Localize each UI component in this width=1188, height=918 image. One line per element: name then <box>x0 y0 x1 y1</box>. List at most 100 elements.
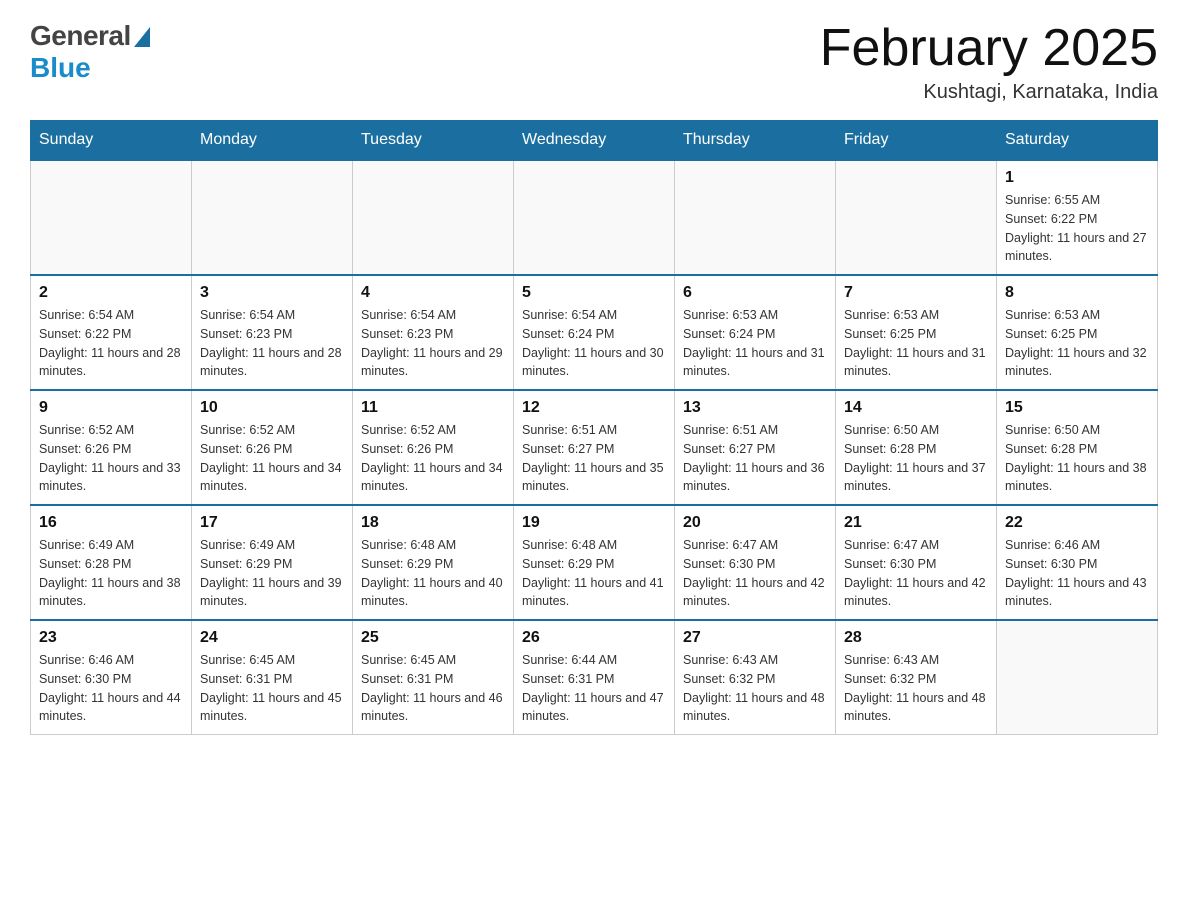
calendar-cell: 23Sunrise: 6:46 AMSunset: 6:30 PMDayligh… <box>31 620 192 735</box>
calendar-cell: 2 Sunrise: 6:54 AMSunset: 6:22 PMDaylight… <box>31 275 192 390</box>
day-info: Sunrise: 6:53 AMSunset: 6:25 PMDaylight:… <box>1005 306 1149 381</box>
day-info: Sunrise: 6:43 AMSunset: 6:32 PMDaylight:… <box>844 651 988 726</box>
day-info: Sunrise: 6:46 AMSunset: 6:30 PMDaylight:… <box>39 651 183 726</box>
calendar-cell: 1 Sunrise: 6:55 AMSunset: 6:22 PMDaylight… <box>997 160 1158 275</box>
calendar-week-5: 23Sunrise: 6:46 AMSunset: 6:30 PMDayligh… <box>31 620 1158 735</box>
calendar-cell <box>836 160 997 275</box>
calendar-subtitle: Kushtagi, Karnataka, India <box>820 81 1158 104</box>
calendar-cell: 24 Sunrise: 6:45 AMSunset: 6:31 PMDayligh… <box>192 620 353 735</box>
day-number: 21 <box>844 514 988 532</box>
day-info: Sunrise: 6:54 AMSunset: 6:22 PMDaylight:… <box>39 306 183 381</box>
day-number: 24 <box>200 629 344 647</box>
logo: General Blue <box>30 20 150 84</box>
day-info: Sunrise: 6:52 AMSunset: 6:26 PMDaylight:… <box>200 421 344 496</box>
day-number: 5 <box>522 284 666 302</box>
calendar-cell: 17 Sunrise: 6:49 AMSunset: 6:29 PMDayligh… <box>192 505 353 620</box>
day-info: Sunrise: 6:51 AMSunset: 6:27 PMDaylight:… <box>522 421 666 496</box>
day-info: Sunrise: 6:45 AMSunset: 6:31 PMDaylight:… <box>361 651 505 726</box>
calendar-cell <box>353 160 514 275</box>
weekday-header-saturday: Saturday <box>997 121 1158 161</box>
calendar-cell: 21 Sunrise: 6:47 AMSunset: 6:30 PMDayligh… <box>836 505 997 620</box>
calendar-cell: 10 Sunrise: 6:52 AMSunset: 6:26 PMDayligh… <box>192 390 353 505</box>
calendar-cell <box>514 160 675 275</box>
day-number: 16 <box>39 514 183 532</box>
day-number: 12 <box>522 399 666 417</box>
day-number: 14 <box>844 399 988 417</box>
weekday-header-friday: Friday <box>836 121 997 161</box>
weekday-header-sunday: Sunday <box>31 121 192 161</box>
day-number: 11 <box>361 399 505 417</box>
day-info: Sunrise: 6:49 AMSunset: 6:29 PMDaylight:… <box>200 536 344 611</box>
calendar-cell: 8Sunrise: 6:53 AMSunset: 6:25 PMDaylight… <box>997 275 1158 390</box>
calendar-week-3: 9 Sunrise: 6:52 AMSunset: 6:26 PMDaylight… <box>31 390 1158 505</box>
day-info: Sunrise: 6:52 AMSunset: 6:26 PMDaylight:… <box>39 421 183 496</box>
day-info: Sunrise: 6:51 AMSunset: 6:27 PMDaylight:… <box>683 421 827 496</box>
day-info: Sunrise: 6:53 AMSunset: 6:25 PMDaylight:… <box>844 306 988 381</box>
calendar-cell <box>192 160 353 275</box>
calendar-cell: 20 Sunrise: 6:47 AMSunset: 6:30 PMDayligh… <box>675 505 836 620</box>
day-number: 18 <box>361 514 505 532</box>
day-info: Sunrise: 6:55 AMSunset: 6:22 PMDaylight:… <box>1005 191 1149 266</box>
calendar-cell <box>675 160 836 275</box>
day-number: 2 <box>39 284 183 302</box>
day-info: Sunrise: 6:50 AMSunset: 6:28 PMDaylight:… <box>1005 421 1149 496</box>
calendar-cell: 13 Sunrise: 6:51 AMSunset: 6:27 PMDayligh… <box>675 390 836 505</box>
calendar-cell: 14Sunrise: 6:50 AMSunset: 6:28 PMDayligh… <box>836 390 997 505</box>
day-info: Sunrise: 6:44 AMSunset: 6:31 PMDaylight:… <box>522 651 666 726</box>
day-number: 25 <box>361 629 505 647</box>
day-info: Sunrise: 6:47 AMSunset: 6:30 PMDaylight:… <box>683 536 827 611</box>
day-number: 22 <box>1005 514 1149 532</box>
day-info: Sunrise: 6:53 AMSunset: 6:24 PMDaylight:… <box>683 306 827 381</box>
day-info: Sunrise: 6:52 AMSunset: 6:26 PMDaylight:… <box>361 421 505 496</box>
calendar-header-row: SundayMondayTuesdayWednesdayThursdayFrid… <box>31 121 1158 161</box>
calendar-cell: 22 Sunrise: 6:46 AMSunset: 6:30 PMDayligh… <box>997 505 1158 620</box>
day-number: 15 <box>1005 399 1149 417</box>
calendar-cell <box>997 620 1158 735</box>
day-number: 1 <box>1005 169 1149 187</box>
weekday-header-wednesday: Wednesday <box>514 121 675 161</box>
day-number: 20 <box>683 514 827 532</box>
day-number: 28 <box>844 629 988 647</box>
calendar-cell: 4Sunrise: 6:54 AMSunset: 6:23 PMDaylight… <box>353 275 514 390</box>
calendar-week-4: 16 Sunrise: 6:49 AMSunset: 6:28 PMDayligh… <box>31 505 1158 620</box>
day-info: Sunrise: 6:43 AMSunset: 6:32 PMDaylight:… <box>683 651 827 726</box>
day-number: 10 <box>200 399 344 417</box>
day-number: 4 <box>361 284 505 302</box>
day-info: Sunrise: 6:49 AMSunset: 6:28 PMDaylight:… <box>39 536 183 611</box>
calendar-cell: 11 Sunrise: 6:52 AMSunset: 6:26 PMDayligh… <box>353 390 514 505</box>
calendar-week-1: 1 Sunrise: 6:55 AMSunset: 6:22 PMDaylight… <box>31 160 1158 275</box>
day-number: 13 <box>683 399 827 417</box>
day-info: Sunrise: 6:47 AMSunset: 6:30 PMDaylight:… <box>844 536 988 611</box>
calendar-cell: 18Sunrise: 6:48 AMSunset: 6:29 PMDayligh… <box>353 505 514 620</box>
logo-general-text: General <box>30 20 131 52</box>
day-number: 7 <box>844 284 988 302</box>
page-header: General Blue February 2025 Kushtagi, Kar… <box>30 20 1158 104</box>
calendar-cell: 25 Sunrise: 6:45 AMSunset: 6:31 PMDayligh… <box>353 620 514 735</box>
calendar-cell: 12 Sunrise: 6:51 AMSunset: 6:27 PMDayligh… <box>514 390 675 505</box>
calendar-cell: 7 Sunrise: 6:53 AMSunset: 6:25 PMDaylight… <box>836 275 997 390</box>
logo-arrow-icon <box>134 27 150 47</box>
day-number: 9 <box>39 399 183 417</box>
day-number: 27 <box>683 629 827 647</box>
calendar-cell: 16 Sunrise: 6:49 AMSunset: 6:28 PMDayligh… <box>31 505 192 620</box>
calendar-cell: 28 Sunrise: 6:43 AMSunset: 6:32 PMDayligh… <box>836 620 997 735</box>
calendar-cell: 3 Sunrise: 6:54 AMSunset: 6:23 PMDaylight… <box>192 275 353 390</box>
calendar-week-2: 2 Sunrise: 6:54 AMSunset: 6:22 PMDaylight… <box>31 275 1158 390</box>
day-info: Sunrise: 6:54 AMSunset: 6:23 PMDaylight:… <box>200 306 344 381</box>
calendar-cell: 6 Sunrise: 6:53 AMSunset: 6:24 PMDaylight… <box>675 275 836 390</box>
calendar-cell: 9 Sunrise: 6:52 AMSunset: 6:26 PMDaylight… <box>31 390 192 505</box>
title-section: February 2025 Kushtagi, Karnataka, India <box>820 20 1158 104</box>
day-info: Sunrise: 6:46 AMSunset: 6:30 PMDaylight:… <box>1005 536 1149 611</box>
day-number: 3 <box>200 284 344 302</box>
day-number: 19 <box>522 514 666 532</box>
day-info: Sunrise: 6:48 AMSunset: 6:29 PMDaylight:… <box>522 536 666 611</box>
day-number: 17 <box>200 514 344 532</box>
day-number: 26 <box>522 629 666 647</box>
day-info: Sunrise: 6:54 AMSunset: 6:24 PMDaylight:… <box>522 306 666 381</box>
weekday-header-thursday: Thursday <box>675 121 836 161</box>
day-number: 6 <box>683 284 827 302</box>
calendar-cell: 27 Sunrise: 6:43 AMSunset: 6:32 PMDayligh… <box>675 620 836 735</box>
day-info: Sunrise: 6:45 AMSunset: 6:31 PMDaylight:… <box>200 651 344 726</box>
calendar-cell: 15 Sunrise: 6:50 AMSunset: 6:28 PMDayligh… <box>997 390 1158 505</box>
logo-blue-text: Blue <box>30 52 91 83</box>
